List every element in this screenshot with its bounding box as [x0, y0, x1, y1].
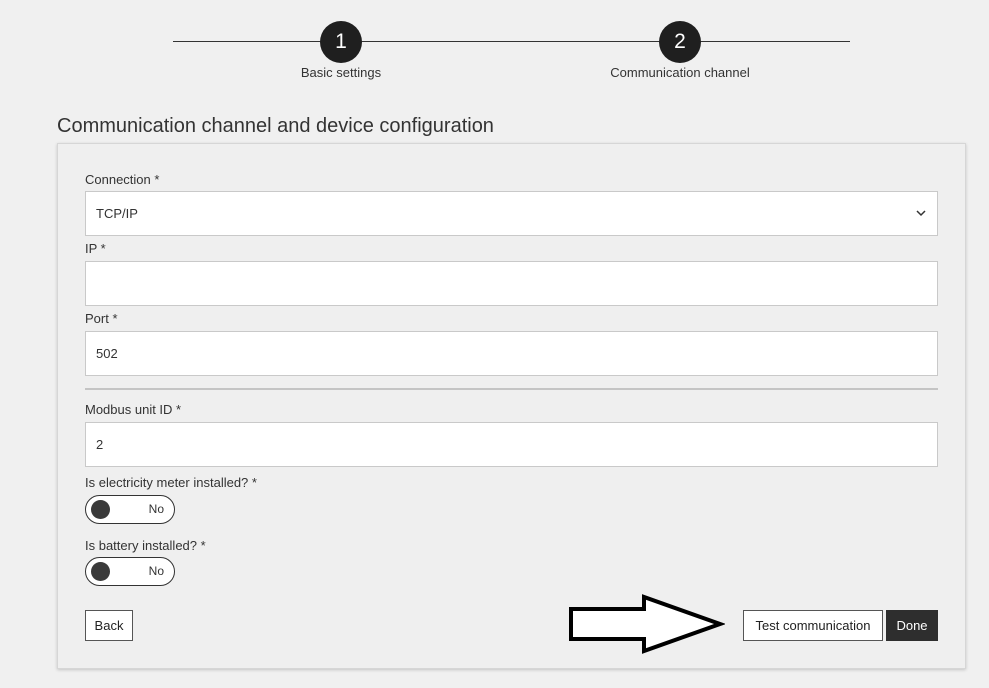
ip-input[interactable]	[85, 261, 938, 306]
ip-label: IP *	[85, 241, 106, 256]
step-basic-settings[interactable]: 1 Basic settings	[241, 21, 441, 80]
step-communication-channel[interactable]: 2 Communication channel	[580, 21, 780, 80]
chevron-down-icon	[916, 210, 926, 217]
wizard-stepper: 1 Basic settings 2 Communication channel	[0, 0, 989, 90]
section-title: Communication channel and device configu…	[57, 115, 494, 137]
step-number-circle: 1	[320, 21, 362, 63]
step-label: Basic settings	[300, 65, 382, 80]
back-button[interactable]: Back	[85, 610, 133, 641]
connection-label: Connection *	[85, 172, 160, 187]
connection-value: TCP/IP	[96, 206, 138, 221]
modbus-unit-id-input[interactable]: 2	[85, 422, 938, 467]
toggle-knob	[91, 562, 110, 581]
modbus-unit-id-label: Modbus unit ID *	[85, 402, 182, 417]
done-button[interactable]: Done	[886, 610, 938, 641]
section-divider	[85, 388, 938, 390]
electricity-meter-label: Is electricity meter installed? *	[85, 475, 257, 490]
electricity-meter-toggle[interactable]: No	[85, 495, 175, 524]
toggle-state: No	[148, 502, 164, 516]
connection-select[interactable]: TCP/IP	[85, 191, 938, 236]
step-label: Communication channel	[610, 65, 750, 80]
configuration-card: Connection * TCP/IP IP * Port * 502 Modb…	[57, 143, 966, 669]
toggle-knob	[91, 500, 110, 519]
test-communication-button[interactable]: Test communication	[743, 610, 883, 641]
step-number-circle: 2	[659, 21, 701, 63]
right-arrow-icon	[569, 594, 725, 654]
port-label: Port *	[85, 311, 118, 326]
battery-toggle[interactable]: No	[85, 557, 175, 586]
toggle-state: No	[148, 564, 164, 578]
battery-label: Is battery installed? *	[85, 538, 206, 553]
port-input[interactable]: 502	[85, 331, 938, 376]
